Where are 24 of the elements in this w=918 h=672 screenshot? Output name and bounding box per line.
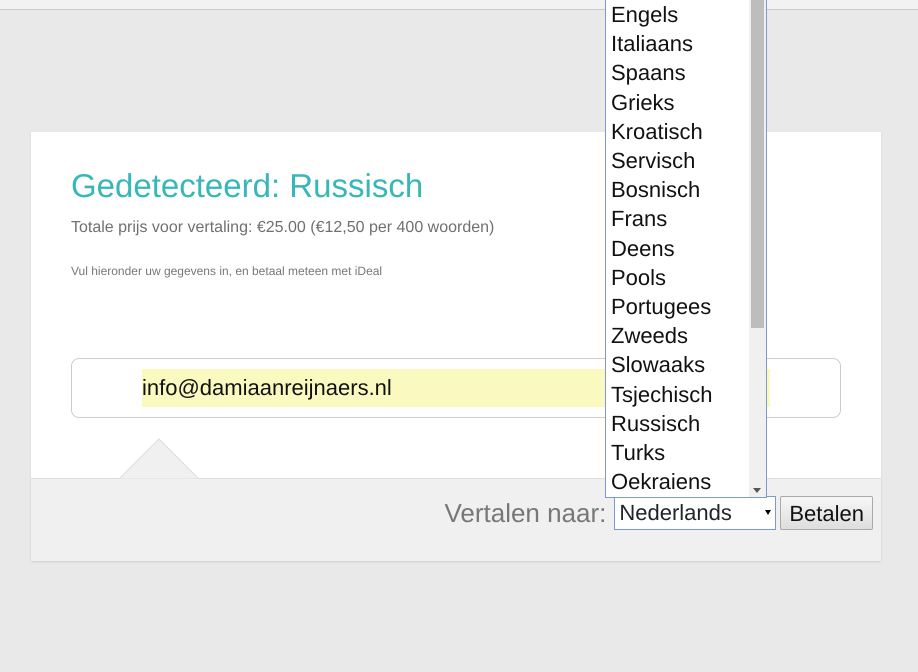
- language-option[interactable]: Oekraiens: [611, 467, 712, 496]
- scroll-down-icon[interactable]: [753, 488, 761, 493]
- language-option[interactable]: Tsjechisch: [611, 380, 712, 409]
- language-option[interactable]: Portugees: [611, 292, 712, 322]
- language-option[interactable]: Turks: [611, 438, 666, 468]
- language-option[interactable]: Italiaans: [611, 29, 693, 58]
- language-option[interactable]: Servisch: [611, 146, 696, 176]
- language-option[interactable]: Spaans: [611, 58, 686, 88]
- scrollbar[interactable]: [749, 0, 766, 497]
- language-select[interactable]: Nederlands: [614, 496, 776, 530]
- detected-language-title: Gedetecteerd: Russisch: [71, 166, 424, 206]
- language-option[interactable]: Kroatisch: [611, 116, 703, 146]
- language-option[interactable]: Bosnisch: [611, 175, 700, 204]
- target-language-label: Vertalen naar:: [444, 496, 606, 530]
- language-option[interactable]: Zweeds: [611, 321, 688, 350]
- language-option[interactable]: Frans: [611, 204, 668, 234]
- language-option[interactable]: Engels: [611, 0, 678, 30]
- caret-icon: [765, 510, 772, 516]
- language-option[interactable]: Pools: [611, 262, 666, 292]
- price-text: Totale prijs voor vertaling: €25.00 (€12,50 per 400 woorden): [71, 218, 494, 238]
- instruction-text: Vul hieronder uw gegevens in, en betaal meteen met iDeal: [71, 262, 382, 280]
- pay-button[interactable]: Betalen: [780, 496, 873, 530]
- language-option[interactable]: Deens: [611, 234, 675, 263]
- language-option[interactable]: Grieks: [611, 88, 675, 117]
